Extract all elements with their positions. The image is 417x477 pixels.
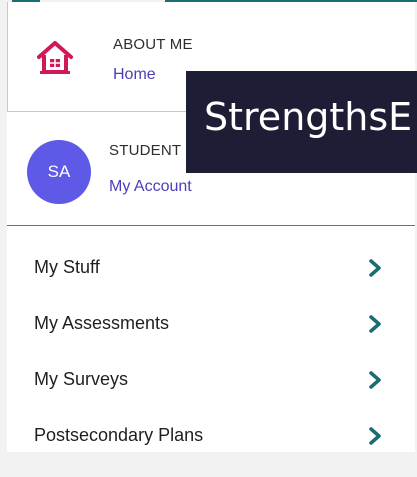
chevron-right-icon	[369, 371, 381, 389]
home-link[interactable]: Home	[113, 66, 156, 84]
student-heading: STUDENT	[109, 142, 182, 159]
menu-item-label: My Assessments	[34, 313, 170, 333]
menu-item-my-stuff[interactable]: My Stuff	[7, 242, 415, 298]
menu-item-label: My Surveys	[34, 369, 129, 389]
menu-item-label: Postsecondary Plans	[34, 425, 204, 445]
house-icon	[37, 41, 73, 74]
chevron-right-icon	[369, 427, 381, 445]
account-menu-panel: ABOUT ME Home SA STUDENT My Account My S…	[7, 2, 415, 452]
nav-menu: My Stuff My Assessments My Surveys Posts…	[7, 242, 415, 466]
my-account-link[interactable]: My Account	[109, 178, 192, 196]
chevron-right-icon	[369, 315, 381, 333]
chevron-right-icon	[369, 259, 381, 277]
menu-item-my-surveys[interactable]: My Surveys	[7, 354, 415, 410]
tooltip-popup: StrengthsE	[186, 71, 417, 173]
divider	[7, 225, 415, 226]
tooltip-text: StrengthsE	[204, 95, 413, 139]
menu-item-postsecondary-plans[interactable]: Postsecondary Plans	[7, 410, 415, 466]
menu-item-label: My Stuff	[34, 257, 100, 277]
menu-item-my-assessments[interactable]: My Assessments	[7, 298, 415, 354]
avatar[interactable]: SA	[27, 140, 91, 204]
about-me-heading: ABOUT ME	[113, 36, 193, 53]
